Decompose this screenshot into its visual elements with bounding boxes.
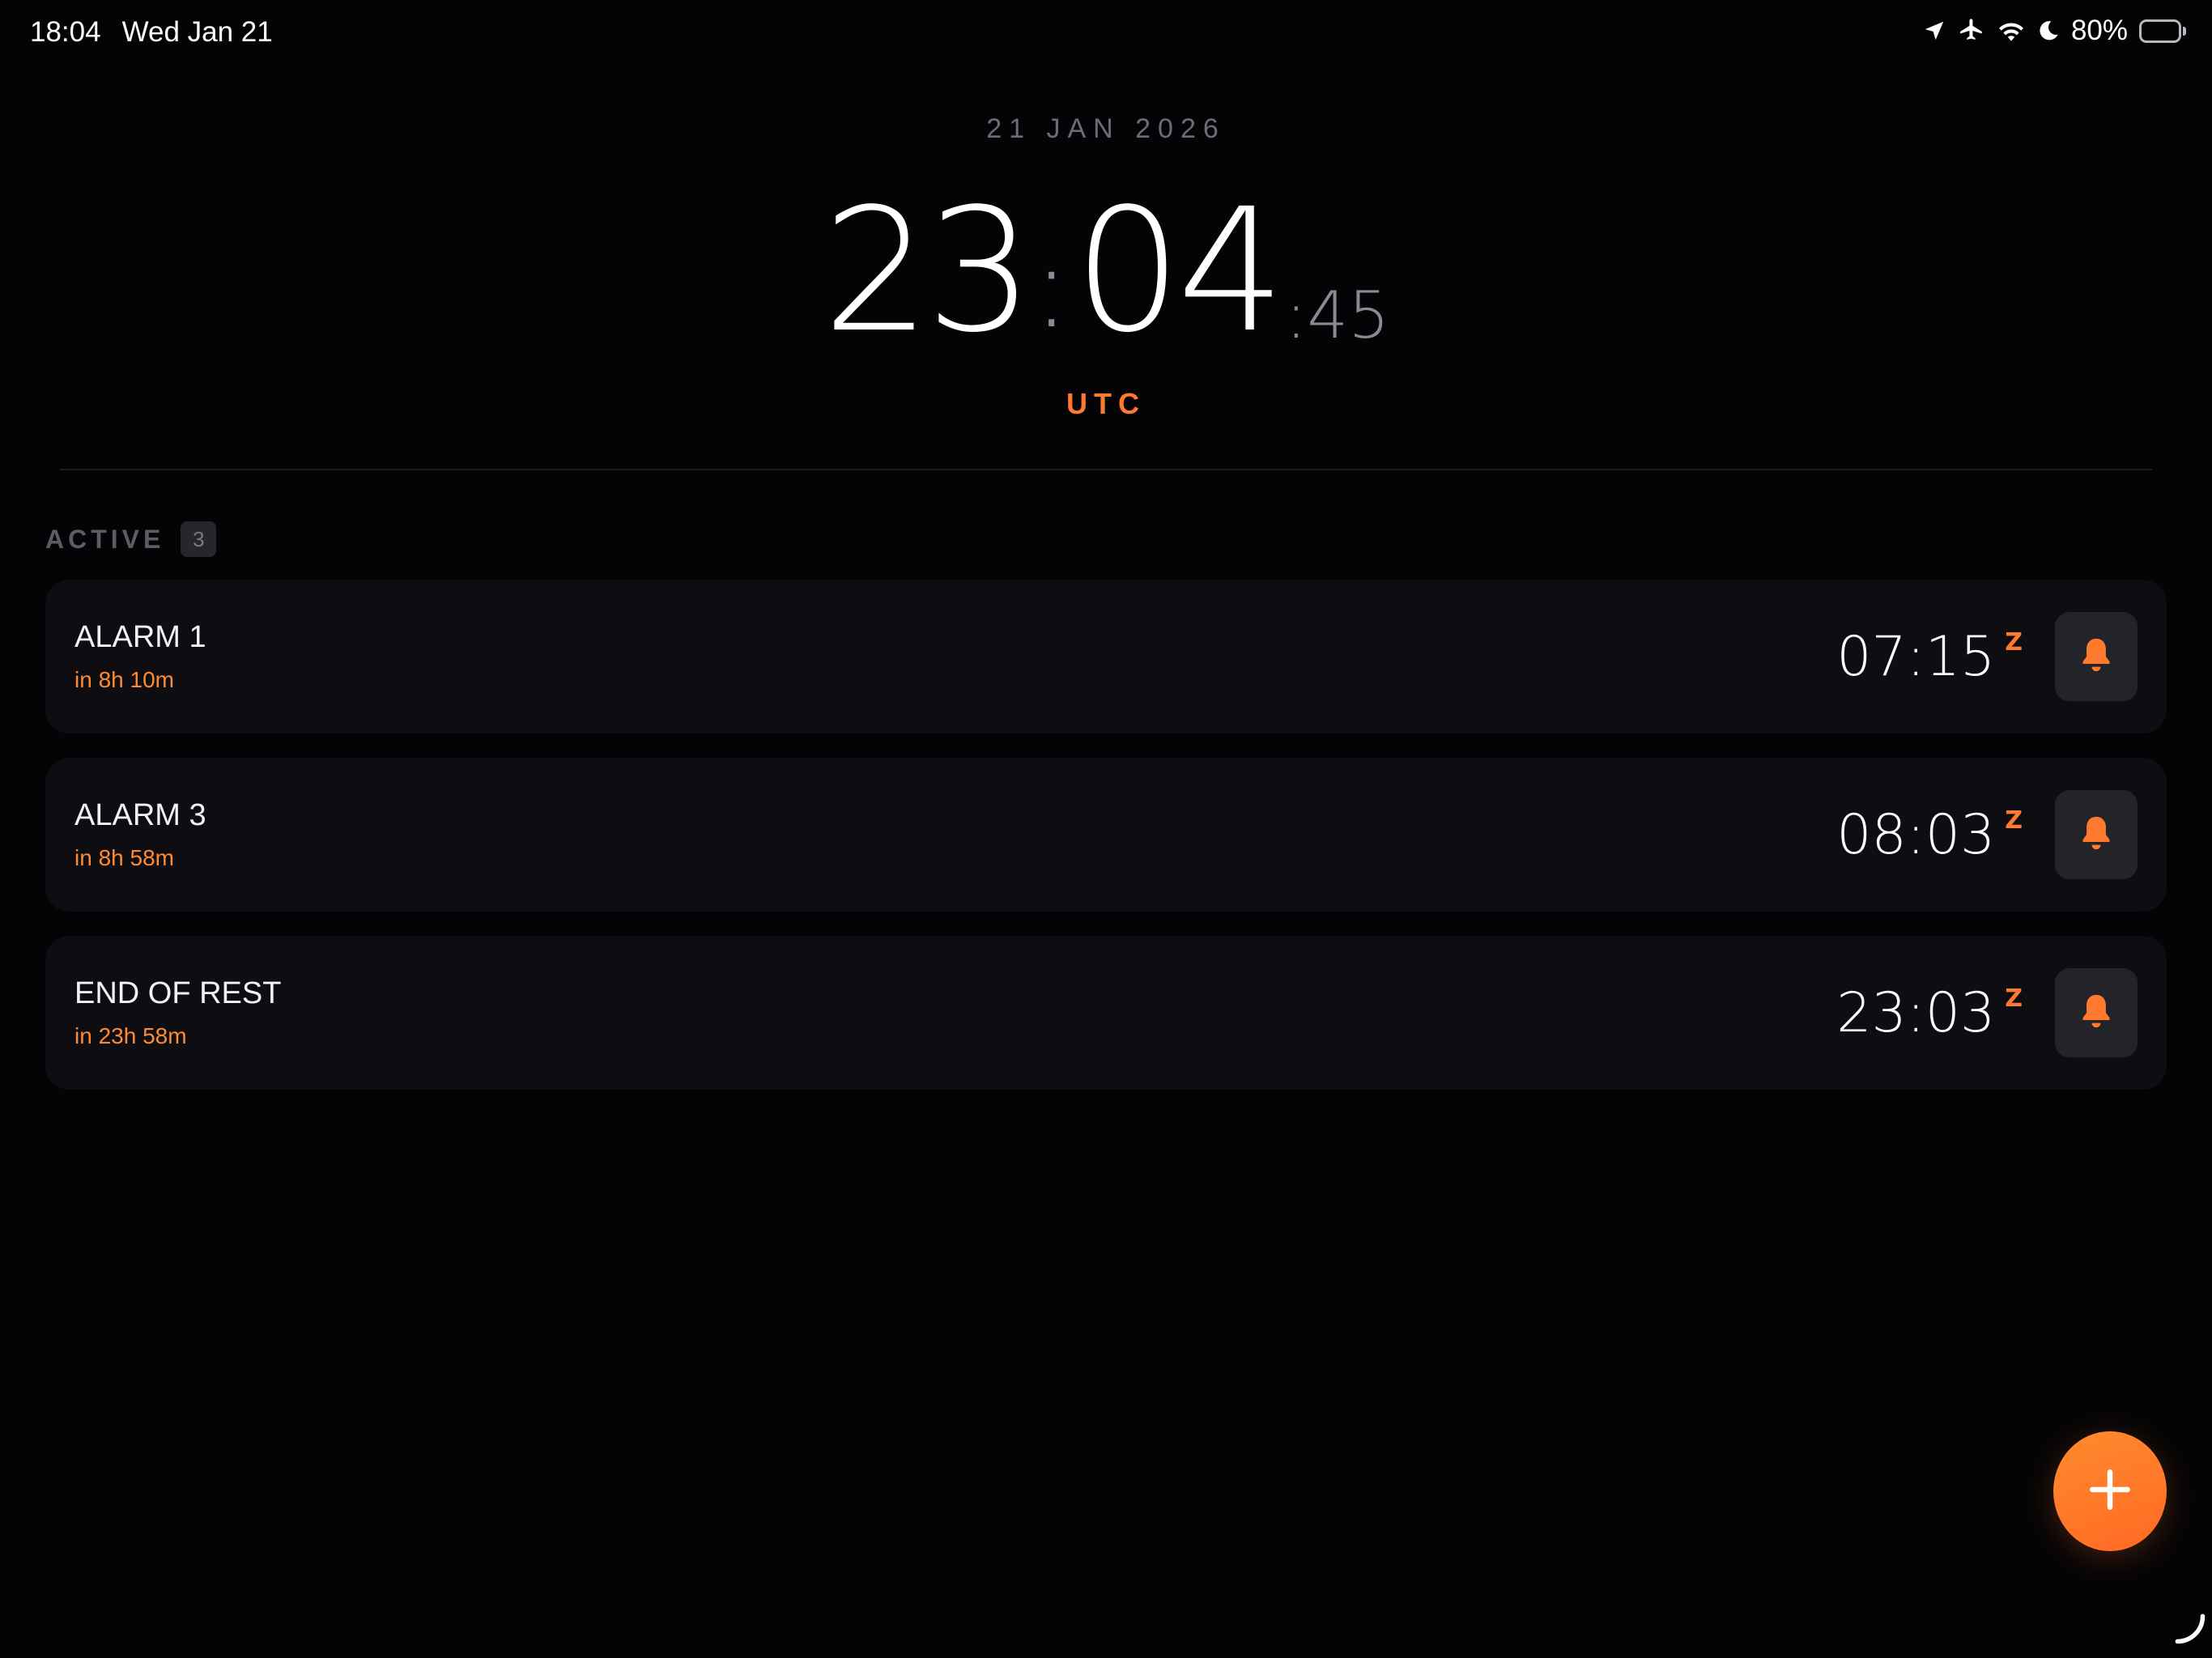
status-bar: 18:04 Wed Jan 21 80% [0,0,2212,65]
alarm-card-alarm-3[interactable]: ALARM 3 in 8h 58m 08:03 Z [45,758,2167,912]
alarm-zone-suffix: Z [2005,628,2023,657]
alarm-toggle-button[interactable] [2055,612,2138,701]
alarm-name: END OF REST [74,976,282,1010]
main-clock: 23 : 04 : 45 [0,170,2212,356]
status-left: 18:04 Wed Jan 21 [30,16,273,49]
alarm-list: ALARM 1 in 8h 10m 07:15 Z ALARM 3 in 8h … [45,580,2167,1114]
alarm-countdown: in 8h 10m [74,667,174,692]
battery-percent: 80% [2070,15,2128,46]
clock-minutes: 04 [1074,172,1285,370]
wifi-icon [1997,19,2026,43]
moon-icon [2037,19,2060,43]
alarm-time: 07:15 Z [1836,625,2023,689]
alarm-name: ALARM 1 [74,620,206,654]
section-title: ACTIVE [45,524,165,554]
current-date: 21 JAN 2026 [986,113,1226,144]
alarm-card-alarm-1[interactable]: ALARM 1 in 8h 10m 07:15 Z [45,580,2167,733]
clock-hours: 23 [822,172,1034,370]
alarm-countdown: in 8h 58m [74,845,174,870]
alarm-toggle-button[interactable] [2055,790,2138,879]
alarm-name: ALARM 3 [74,798,206,832]
alarm-time-value: 23:03 [1836,981,1996,1045]
alarm-countdown: in 23h 58m [74,1023,187,1048]
header-divider [60,469,2152,470]
status-right: 80% [1922,15,2186,47]
clock-seconds-separator: : [1285,278,1308,353]
alarm-zone-suffix: Z [2005,806,2023,835]
airplane-icon [1958,17,1985,45]
alarm-time-value: 07:15 [1836,625,1996,689]
alarm-toggle-button[interactable] [2055,968,2138,1057]
resize-handle-icon[interactable] [2172,1610,2207,1650]
bell-icon [2078,813,2114,857]
timezone-label[interactable]: UTC [0,387,2212,421]
alarm-zone-suffix: Z [2005,984,2023,1013]
alarm-card-end-of-rest[interactable]: END OF REST in 23h 58m 23:03 Z [45,936,2167,1090]
add-alarm-button[interactable] [2053,1431,2167,1551]
battery-icon [2139,19,2186,43]
clock-seconds: 45 [1307,278,1390,353]
alarm-time: 23:03 Z [1836,981,2023,1045]
location-arrow-icon [1922,17,1946,45]
status-date: Wed Jan 21 [121,16,273,48]
bell-icon [2078,635,2114,679]
alarm-time-value: 08:03 [1836,803,1996,867]
alarm-screen: 18:04 Wed Jan 21 80% 21 JAN 2026 23: 04… [0,0,2212,1658]
plus-icon [2089,1469,2131,1515]
active-section-header: ACTIVE 3 [45,521,217,557]
alarm-time: 08:03 Z [1836,803,2023,867]
bell-icon [2078,991,2114,1035]
status-time: 18:04 [30,16,101,48]
active-count-badge: 3 [181,521,217,557]
clock-separator: : [1032,222,1071,354]
